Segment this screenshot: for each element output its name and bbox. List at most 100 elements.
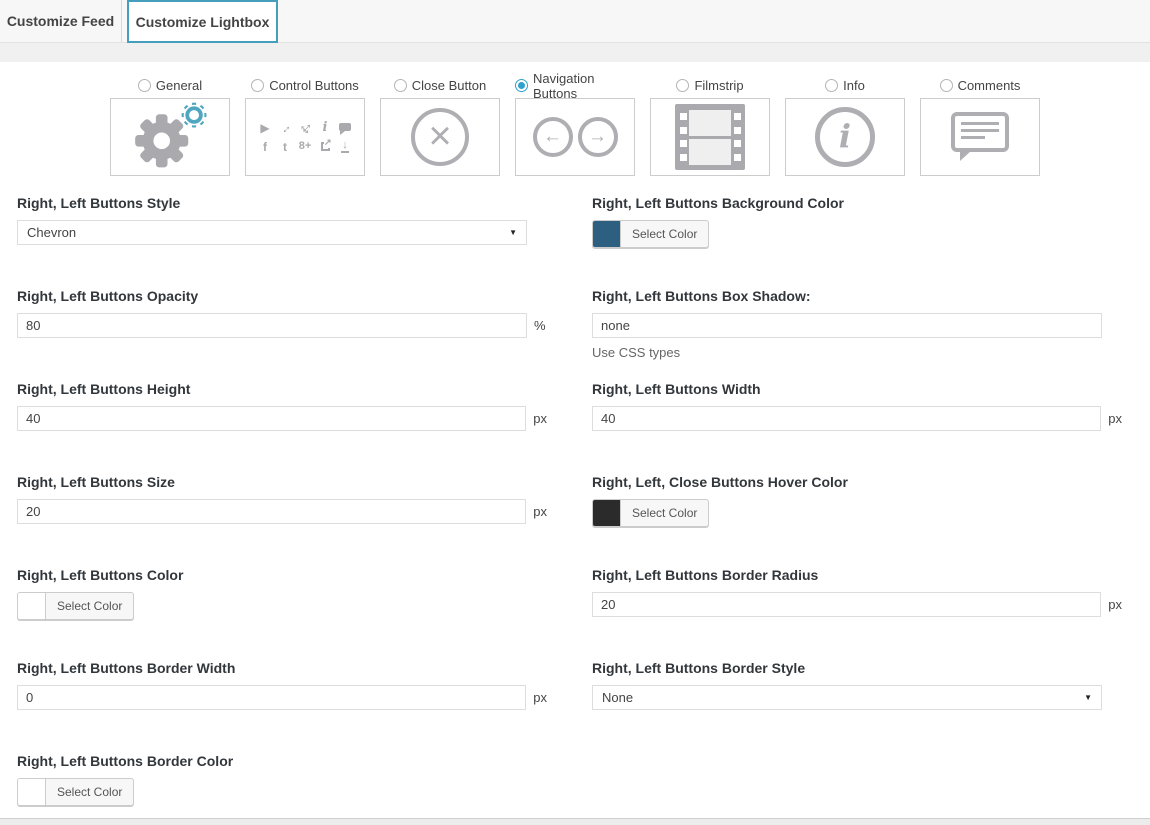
googleplus-icon: 8+ [299, 141, 312, 152]
field-buttons-color: Right, Left Buttons Color Select Color [17, 567, 547, 660]
buttons-height-label: Right, Left Buttons Height [17, 381, 547, 397]
buttons-opacity-unit: % [534, 318, 546, 333]
border-color-picker-button[interactable]: Select Color [17, 778, 134, 806]
filmstrip-icon [675, 104, 745, 170]
info-icon-box[interactable]: i [785, 98, 905, 176]
section-navigation-buttons: Navigation Buttons ← → [515, 77, 635, 176]
buttons-opacity-input[interactable] [17, 313, 527, 338]
dropdown-caret-icon: ▼ [1084, 693, 1092, 702]
buttons-border-style-value: None [602, 690, 633, 705]
section-comments: Comments [920, 77, 1040, 176]
border-color-swatch [18, 779, 46, 805]
field-buttons-height: Right, Left Buttons Height px [17, 381, 547, 474]
gears-icon [128, 101, 212, 174]
border-select-color-label: Select Color [46, 779, 133, 805]
section-filmstrip: Filmstrip [650, 77, 770, 176]
background-select-color-label: Select Color [621, 221, 708, 247]
field-buttons-border-style: Right, Left Buttons Border Style None ▼ [592, 660, 1122, 753]
tab-bar: Customize Feed Customize Lightbox [0, 0, 1150, 43]
general-icon-box[interactable] [110, 98, 230, 176]
close-circle-icon: × [411, 108, 469, 166]
radio-info[interactable] [825, 79, 838, 92]
buttons-border-width-unit: px [533, 690, 547, 705]
twitter-icon: t [283, 141, 287, 153]
buttons-width-unit: px [1108, 411, 1122, 426]
buttons-color-picker-button[interactable]: Select Color [17, 592, 134, 620]
buttons-border-radius-label: Right, Left Buttons Border Radius [592, 567, 1122, 583]
hover-color-swatch [593, 500, 621, 526]
fullscreen-icon: ↔ ↔ [298, 121, 312, 135]
comment-icon [339, 123, 351, 131]
hover-select-color-label: Select Color [621, 500, 708, 526]
radio-control-buttons[interactable] [251, 79, 264, 92]
tab-customize-feed[interactable]: Customize Feed [0, 0, 122, 42]
control-buttons-icons: ▶ ↔ ↔ ↔ i f t 8+ ↓ [257, 120, 354, 155]
tab-customize-feed-label: Customize Feed [7, 13, 114, 29]
field-buttons-border-radius: Right, Left Buttons Border Radius px [592, 567, 1122, 660]
buttons-border-style-select[interactable]: None ▼ [592, 685, 1102, 710]
buttons-width-input[interactable] [592, 406, 1101, 431]
section-general: General [110, 77, 230, 176]
field-buttons-opacity: Right, Left Buttons Opacity % [17, 288, 547, 381]
buttons-width-label: Right, Left Buttons Width [592, 381, 1122, 397]
buttons-border-color-label: Right, Left Buttons Border Color [17, 753, 547, 769]
field-buttons-background-color: Right, Left Buttons Background Color Sel… [592, 195, 1122, 288]
bottom-divider [0, 818, 1150, 825]
facebook-icon: f [263, 141, 267, 153]
radio-close-button-label: Close Button [412, 78, 486, 93]
dropdown-caret-icon: ▼ [509, 228, 517, 237]
section-info: Info i [785, 77, 905, 176]
filmstrip-icon-box[interactable] [650, 98, 770, 176]
buttons-background-color-label: Right, Left Buttons Background Color [592, 195, 1122, 211]
buttons-border-width-input[interactable] [17, 685, 526, 710]
customize-page: Customize Feed Customize Lightbox Genera… [0, 0, 1150, 825]
field-buttons-hover-color: Right, Left, Close Buttons Hover Color S… [592, 474, 1122, 567]
buttons-box-shadow-label: Right, Left Buttons Box Shadow: [592, 288, 1122, 304]
radio-info-label: Info [843, 78, 865, 93]
radio-general[interactable] [138, 79, 151, 92]
comments-icon-box[interactable] [920, 98, 1040, 176]
buttons-size-input[interactable] [17, 499, 526, 524]
radio-navigation-buttons[interactable] [515, 79, 528, 92]
section-close-button: Close Button × [380, 77, 500, 176]
buttons-border-style-label: Right, Left Buttons Border Style [592, 660, 1122, 676]
control-buttons-icon-box[interactable]: ▶ ↔ ↔ ↔ i f t 8+ ↓ [245, 98, 365, 176]
lightbox-settings-panel: General [0, 62, 1150, 818]
section-control-buttons: Control Buttons ▶ ↔ ↔ ↔ i f t 8+ [245, 77, 365, 176]
buttons-style-select[interactable]: Chevron ▼ [17, 220, 527, 245]
radio-close-button[interactable] [394, 79, 407, 92]
buttons-hover-color-label: Right, Left, Close Buttons Hover Color [592, 474, 1122, 490]
navigation-buttons-form: Right, Left Buttons Style Chevron ▼ Righ… [17, 195, 1150, 818]
radio-comments[interactable] [940, 79, 953, 92]
buttons-border-radius-input[interactable] [592, 592, 1101, 617]
close-button-icon-box[interactable]: × [380, 98, 500, 176]
comments-bubble-icon [951, 112, 1009, 152]
buttons-box-shadow-input[interactable] [592, 313, 1102, 338]
radio-filmstrip[interactable] [676, 79, 689, 92]
buttons-border-width-label: Right, Left Buttons Border Width [17, 660, 547, 676]
buttons-size-label: Right, Left Buttons Size [17, 474, 547, 490]
field-buttons-style: Right, Left Buttons Style Chevron ▼ [17, 195, 547, 288]
field-buttons-size: Right, Left Buttons Size px [17, 474, 547, 567]
field-buttons-border-color: Right, Left Buttons Border Color Select … [17, 753, 547, 818]
navigation-buttons-icon-box[interactable]: ← → [515, 98, 635, 176]
background-color-picker-button[interactable]: Select Color [592, 220, 709, 248]
tab-customize-lightbox[interactable]: Customize Lightbox [127, 0, 278, 43]
hover-color-picker-button[interactable]: Select Color [592, 499, 709, 527]
section-selector-row: General [0, 62, 1150, 176]
arrow-right-circle-icon: → [578, 117, 618, 157]
radio-navigation-buttons-label: Navigation Buttons [533, 71, 635, 101]
box-shadow-note: Use CSS types [592, 345, 1122, 360]
buttons-border-radius-unit: px [1108, 597, 1122, 612]
tab-customize-lightbox-label: Customize Lightbox [136, 14, 270, 30]
external-link-icon [321, 142, 330, 151]
buttons-select-color-label: Select Color [46, 593, 133, 619]
buttons-color-swatch [18, 593, 46, 619]
buttons-style-label: Right, Left Buttons Style [17, 195, 547, 211]
field-buttons-border-width: Right, Left Buttons Border Width px [17, 660, 547, 753]
buttons-opacity-label: Right, Left Buttons Opacity [17, 288, 547, 304]
buttons-height-input[interactable] [17, 406, 526, 431]
radio-filmstrip-label: Filmstrip [694, 78, 743, 93]
buttons-size-unit: px [533, 504, 547, 519]
buttons-color-label: Right, Left Buttons Color [17, 567, 547, 583]
